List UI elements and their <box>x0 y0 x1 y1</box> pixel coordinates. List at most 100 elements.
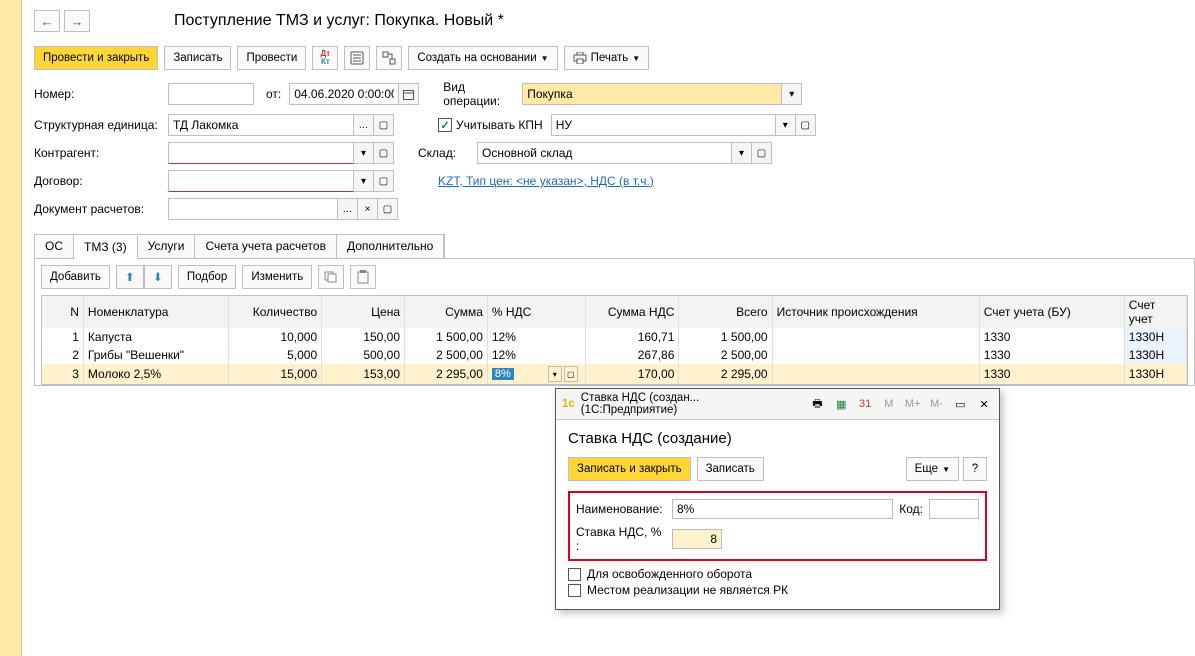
col-nom[interactable]: Номенклатура <box>83 296 228 328</box>
edit-button[interactable]: Изменить <box>242 265 312 289</box>
tab-tmz[interactable]: ТМЗ (3) <box>74 236 138 259</box>
nds-open-button[interactable]: ▢ <box>564 366 578 382</box>
code-label: Код: <box>899 502 923 516</box>
unit-input[interactable] <box>168 114 354 136</box>
kpn-input[interactable] <box>551 114 776 136</box>
pick-button[interactable]: Подбор <box>178 265 237 289</box>
col-sum[interactable]: Сумма <box>405 296 488 328</box>
m-icon[interactable]: M <box>880 396 898 412</box>
minimize-icon[interactable]: ▭ <box>951 396 969 412</box>
wh-open-button[interactable]: ▢ <box>752 142 772 164</box>
rate-label: Ставка НДС, % : <box>576 525 666 553</box>
col-price[interactable]: Цена <box>322 296 405 328</box>
nav-forward-button[interactable]: → <box>64 10 90 32</box>
calendar-icon[interactable]: 31 <box>856 396 874 412</box>
add-button[interactable]: Добавить <box>41 265 110 289</box>
docr-open-button[interactable]: ▢ <box>378 198 398 220</box>
col-total[interactable]: Всего <box>679 296 772 328</box>
dialog-window-title: Ставка НДС (создан... (1С:Предприятие) <box>581 392 797 416</box>
table-row[interactable]: 3Молоко 2,5%15,000153,002 295,008%▾▢170,… <box>42 364 1187 384</box>
contr-open-button[interactable]: ▢ <box>374 142 394 164</box>
structure-button[interactable] <box>376 46 402 70</box>
name-input[interactable] <box>672 499 893 519</box>
copy-button[interactable] <box>318 265 344 289</box>
nav-back-button[interactable]: ← <box>34 10 60 32</box>
name-label: Наименование: <box>576 502 666 516</box>
close-icon[interactable]: ✕ <box>975 396 993 412</box>
docr-select-button[interactable]: … <box>338 198 358 220</box>
tab-services[interactable]: Услуги <box>138 235 196 258</box>
price-type-link[interactable]: KZT, Тип цен: <не указан>, НДС (в т.ч.) <box>438 174 654 188</box>
unit-open-button[interactable]: ▢ <box>374 114 394 136</box>
tab-bar: ОС ТМЗ (3) Услуги Счета учета расчетов Д… <box>34 234 445 258</box>
dialog-help-button[interactable]: ? <box>963 457 987 481</box>
dialog-more-button[interactable]: Еще ▼ <box>906 457 959 481</box>
table-row[interactable]: 2Грибы "Вешенки"5,000500,002 500,0012%26… <box>42 346 1187 364</box>
app-icon: 1c <box>562 398 575 410</box>
calc-icon[interactable]: ▦ <box>832 396 850 412</box>
operation-dropdown-button[interactable]: ▾ <box>782 83 802 105</box>
tab-os[interactable]: ОС <box>35 235 74 258</box>
dialog-save-close-button[interactable]: Записать и закрыть <box>568 457 691 481</box>
m-plus-icon[interactable]: M+ <box>904 396 922 412</box>
wh-dropdown-button[interactable]: ▾ <box>732 142 752 164</box>
docr-clear-button[interactable]: × <box>358 198 378 220</box>
dt-kt-button[interactable]: ДтКт <box>312 46 338 70</box>
contr-input[interactable] <box>168 142 354 164</box>
exempt-turnover-checkbox[interactable]: Для освобожденного оборота <box>568 567 987 581</box>
nds-dropdown-button[interactable]: ▾ <box>548 366 562 382</box>
print-icon[interactable]: 🖶 <box>809 396 827 412</box>
dialog-save-button[interactable]: Записать <box>697 457 764 481</box>
col-nds[interactable]: % НДС <box>487 296 585 328</box>
number-label: Номер: <box>34 87 164 101</box>
calendar-icon <box>403 89 414 100</box>
unit-label: Структурная единица: <box>34 118 164 132</box>
table-row[interactable]: 1Капуста10,000150,001 500,0012%160,711 5… <box>42 328 1187 346</box>
m-minus-icon[interactable]: M- <box>928 396 946 412</box>
col-acc-bu[interactable]: Счет учета (БУ) <box>979 296 1124 328</box>
move-down-button[interactable]: ⬇ <box>144 265 172 289</box>
page-title: Поступление ТМЗ и услуг: Покупка. Новый … <box>174 12 504 30</box>
post-and-close-button[interactable]: Провести и закрыть <box>34 46 158 70</box>
col-src[interactable]: Источник происхождения <box>772 296 979 328</box>
rate-input[interactable] <box>672 529 722 549</box>
contract-open-button[interactable]: ▢ <box>374 170 394 192</box>
from-label: от: <box>266 87 281 101</box>
wh-input[interactable] <box>477 142 732 164</box>
save-button[interactable]: Записать <box>164 46 231 70</box>
unit-select-button[interactable]: … <box>354 114 374 136</box>
contract-dropdown-button[interactable]: ▾ <box>354 170 374 192</box>
move-up-button[interactable]: ⬆ <box>116 265 144 289</box>
post-button[interactable]: Провести <box>237 46 306 70</box>
nds-rate-dialog: 1c Ставка НДС (создан... (1С:Предприятие… <box>555 388 1000 610</box>
register-button[interactable] <box>344 46 370 70</box>
print-button[interactable]: Печать ▼ <box>564 46 650 70</box>
tab-additional[interactable]: Дополнительно <box>337 235 444 258</box>
col-acc-nu[interactable]: Счет учет <box>1124 296 1186 328</box>
kpn-dropdown-button[interactable]: ▾ <box>776 114 796 136</box>
items-table: N Номенклатура Количество Цена Сумма % Н… <box>42 296 1187 384</box>
contr-dropdown-button[interactable]: ▾ <box>354 142 374 164</box>
number-input[interactable] <box>168 83 254 105</box>
code-input[interactable] <box>929 499 979 519</box>
contract-label: Договор: <box>34 174 164 188</box>
tab-accounts[interactable]: Счета учета расчетов <box>195 235 336 258</box>
docr-input[interactable] <box>168 198 338 220</box>
kpn-checkbox[interactable]: ✓ Учитывать КПН <box>438 118 543 132</box>
place-not-rk-checkbox[interactable]: Местом реализации не является РК <box>568 583 987 597</box>
col-nds-sum[interactable]: Сумма НДС <box>586 296 679 328</box>
kpn-open-button[interactable]: ▢ <box>796 114 816 136</box>
printer-icon <box>573 52 587 64</box>
col-qty[interactable]: Количество <box>228 296 321 328</box>
op-label: Вид операции: <box>423 80 518 108</box>
date-picker-button[interactable] <box>399 83 419 105</box>
col-n[interactable]: N <box>42 296 83 328</box>
contract-input[interactable] <box>168 170 354 192</box>
create-based-button[interactable]: Создать на основании ▼ <box>408 46 557 70</box>
docr-label: Документ расчетов: <box>34 202 164 216</box>
sidebar-edge <box>0 0 22 656</box>
paste-button[interactable] <box>350 265 376 289</box>
operation-select[interactable]: Покупка <box>522 83 782 105</box>
date-input[interactable] <box>289 83 399 105</box>
wh-label: Склад: <box>398 146 473 160</box>
